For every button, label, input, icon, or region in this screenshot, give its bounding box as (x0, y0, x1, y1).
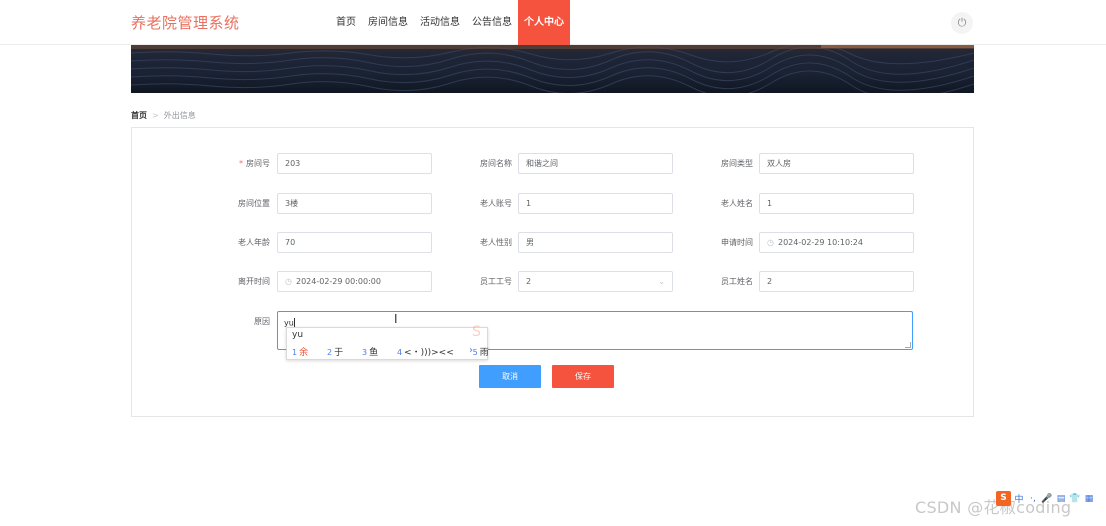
ime-composition: yu (292, 330, 304, 340)
elder-account-input[interactable]: 1 (518, 193, 673, 214)
main-nav: 首页 房间信息 活动信息 公告信息 个人中心 (330, 0, 570, 45)
breadcrumb: 首页 > 外出信息 (131, 110, 196, 121)
elder-gender-input[interactable]: 男 (518, 232, 673, 253)
staff-no-select[interactable]: 2 ⌄ (518, 271, 673, 292)
skin-icon[interactable]: 👕 (1069, 494, 1081, 504)
ime-candidate[interactable]: 3鱼 (362, 348, 386, 358)
breadcrumb-current: 外出信息 (163, 111, 196, 120)
ime-candidate[interactable]: 2于 (327, 348, 351, 358)
leave-time-label: 离开时间 (238, 277, 270, 286)
clock-icon: ◷ (285, 277, 292, 286)
room-name-label: 房间名称 (480, 159, 512, 168)
elder-gender-label: 老人性别 (480, 238, 512, 247)
nav-room-info[interactable]: 房间信息 (362, 0, 414, 45)
save-button[interactable]: 保存 (552, 365, 614, 388)
staff-no-value: 2 (526, 277, 532, 286)
breadcrumb-separator: > (152, 111, 159, 120)
banner-image (131, 45, 974, 93)
room-type-input[interactable]: 双人房 (759, 153, 914, 174)
resize-handle[interactable] (905, 342, 911, 348)
apply-time-picker[interactable]: ◷ 2024-02-29 10:10:24 (759, 232, 914, 253)
nav-personal-center[interactable]: 个人中心 (518, 0, 570, 45)
elder-age-label: 老人年龄 (238, 238, 270, 247)
elder-name-input[interactable]: 1 (759, 193, 914, 214)
power-icon[interactable]: ⏻ (951, 12, 973, 34)
ime-next-page-button[interactable]: › (469, 345, 473, 356)
keyboard-icon[interactable]: ▤ (1055, 494, 1067, 504)
app-title: 养老院管理系统 (131, 14, 240, 32)
nav-notice-info[interactable]: 公告信息 (466, 0, 518, 45)
clock-icon: ◷ (767, 238, 774, 247)
room-no-input[interactable]: 203 (277, 153, 432, 174)
sogou-logo-icon[interactable]: S (996, 491, 1011, 506)
ime-candidate[interactable]: 4 <・)))><< (397, 348, 462, 358)
nav-home[interactable]: 首页 (330, 0, 362, 45)
chinese-mode-icon[interactable]: 中 (1013, 492, 1025, 505)
toolbox-icon[interactable]: ▦ (1083, 494, 1095, 504)
elder-age-input[interactable]: 70 (277, 232, 432, 253)
apply-time-label: 申请时间 (721, 238, 753, 247)
room-location-input[interactable]: 3楼 (277, 193, 432, 214)
room-no-label: * 房间号 (239, 159, 270, 168)
leave-time-value: 2024-02-29 00:00:00 (295, 277, 381, 286)
staff-no-label: 员工工号 (480, 277, 512, 286)
breadcrumb-home[interactable]: 首页 (131, 111, 147, 120)
room-location-label: 房间位置 (238, 199, 270, 208)
microphone-icon[interactable]: 🎤 (1041, 494, 1053, 504)
ime-candidate[interactable]: 5雨 (473, 348, 497, 358)
elder-account-label: 老人账号 (480, 199, 512, 208)
top-header: 养老院管理系统 首页 房间信息 活动信息 公告信息 个人中心 ⏻ (0, 0, 1106, 45)
ime-toolbar: S 中 ·, 🎤 ▤ 👕 ▦ (996, 491, 1100, 506)
chevron-down-icon: ⌄ (658, 277, 665, 286)
room-type-label: 房间类型 (721, 159, 753, 168)
nav-activity-info[interactable]: 活动信息 (414, 0, 466, 45)
ime-candidate-window: S yu 1余 2于 3鱼 4 <・)))><< 5雨 › (286, 324, 489, 360)
staff-name-label: 员工姓名 (721, 277, 753, 286)
ime-logo-icon: S (472, 324, 481, 340)
banner-water-texture (131, 45, 974, 93)
room-name-input[interactable]: 和谐之间 (518, 153, 673, 174)
ibeam-cursor-icon: I (394, 312, 398, 326)
staff-name-input[interactable]: 2 (759, 271, 914, 292)
elder-name-label: 老人姓名 (721, 199, 753, 208)
reason-label: 原因 (254, 317, 270, 326)
ime-candidate[interactable]: 1余 (292, 348, 316, 358)
apply-time-value: 2024-02-29 10:10:24 (777, 238, 863, 247)
cancel-button[interactable]: 取消 (479, 365, 541, 388)
leave-time-picker[interactable]: ◷ 2024-02-29 00:00:00 (277, 271, 432, 292)
punctuation-icon[interactable]: ·, (1027, 494, 1039, 504)
